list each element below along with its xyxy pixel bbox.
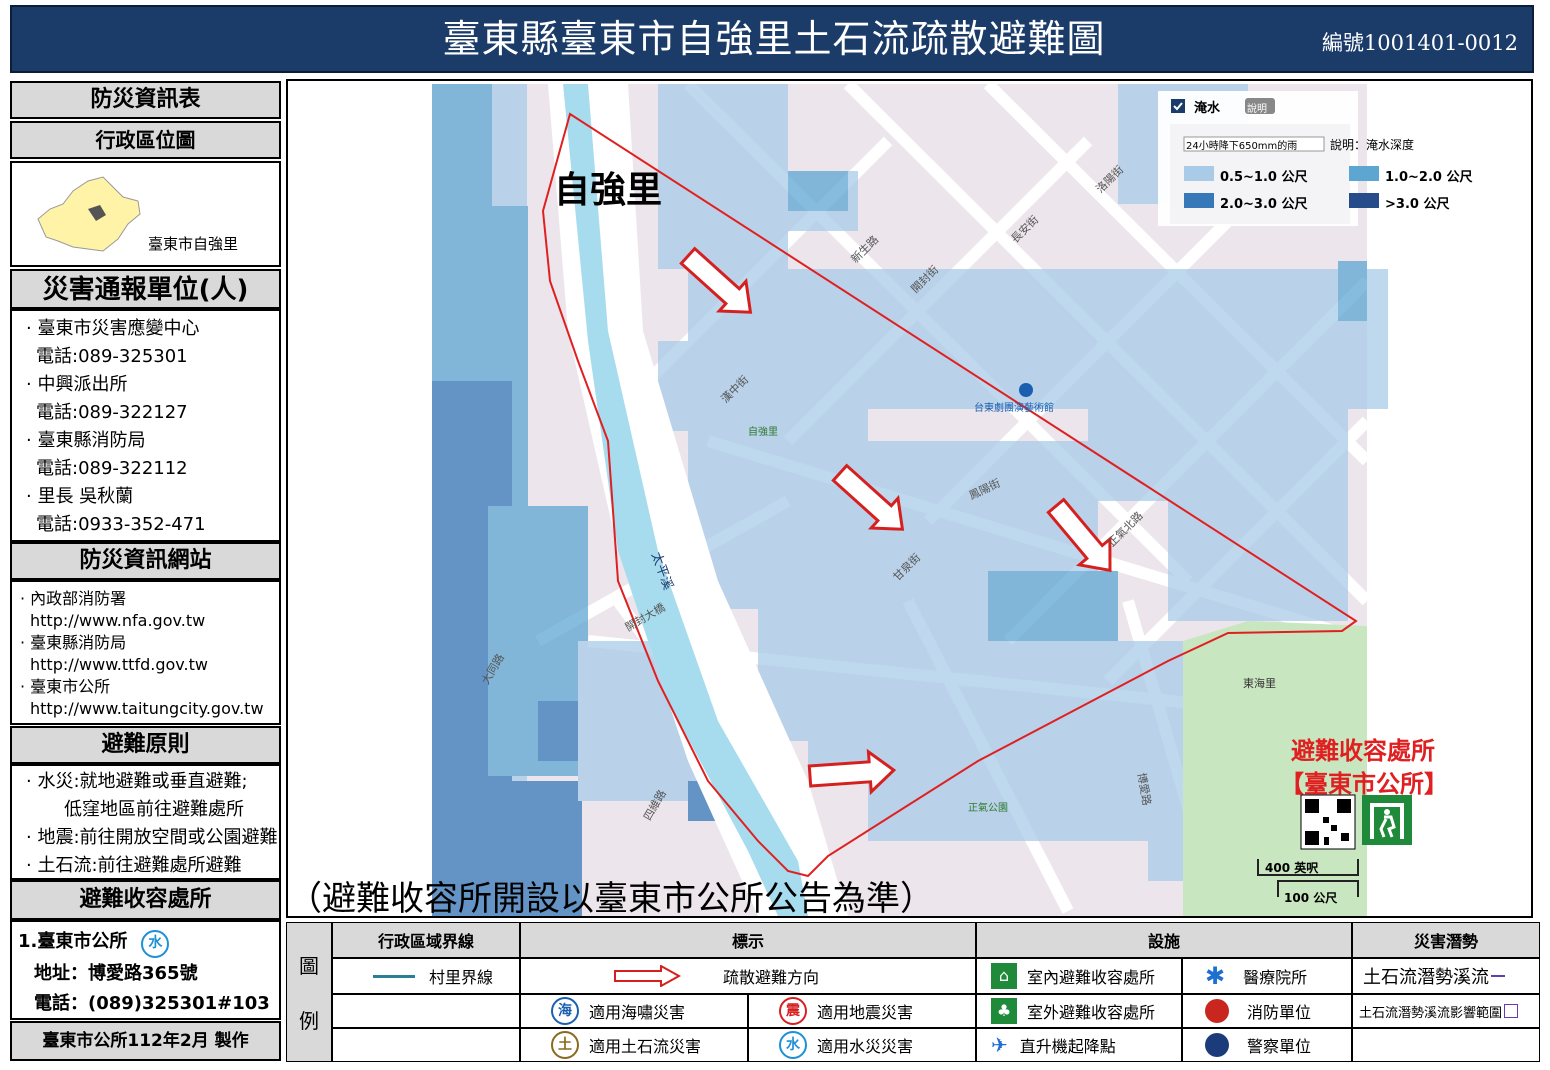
principle-item: 低窪地區前往避難處所 <box>64 799 244 820</box>
flood-layer-name: 淹水 <box>1194 101 1221 116</box>
map-serial-number: 編號1001401-0012 <box>1321 31 1518 55</box>
scale-feet: 400 英呎 <box>1265 861 1319 875</box>
report-unit-phone: 電話:089-325301 <box>36 346 188 367</box>
website-name: · 臺東縣消防局 <box>20 633 127 652</box>
legend-col-admin: 行政區域界線 <box>332 922 520 958</box>
park-label: 東海里 <box>1243 677 1276 690</box>
legend-flood: 水適用水災災害 <box>748 1028 976 1062</box>
legend-tsunami: 海適用海嘯災害 <box>520 994 748 1028</box>
made-by: 臺東市公所112年2月 製作 <box>10 1021 281 1061</box>
evacuation-map[interactable]: 自強里 太平溪 東海里 （避難收容所開設以臺東市公所公告為準） 避難收容處所 【… <box>286 79 1533 918</box>
report-unit-name: · 中興派出所 <box>26 374 128 395</box>
website-name: · 內政部消防署 <box>20 589 127 608</box>
fire-unit-icon <box>1205 999 1229 1023</box>
legend-medical: ✱ 醫療院所 <box>1182 958 1352 994</box>
scenario-select[interactable]: 24小時降下650mm的雨 <box>1186 137 1297 152</box>
report-unit-name: · 里長 吳秋蘭 <box>26 486 134 507</box>
report-units-title: 災害通報單位(人) <box>10 269 281 309</box>
admin-location-title: 行政區位圖 <box>10 121 281 159</box>
legend-empty-cell <box>1352 1028 1540 1062</box>
shelter-address: 地址：博愛路365號 <box>34 963 198 984</box>
shelter-map-label: 避難收容處所 <box>1291 737 1435 765</box>
principles-list: · 水災:就地避難或垂直避難; 低窪地區前往避難處所 · 地震:前往開放空間或公… <box>10 764 281 880</box>
admin-location-map: 臺東市自強里 <box>10 161 281 267</box>
website-link[interactable]: http://www.nfa.gov.tw <box>20 610 279 632</box>
report-unit-name: · 臺東市災害應變中心 <box>26 318 200 339</box>
street-label: 台東劇團演藝術館 <box>974 403 1054 414</box>
legend-outdoor-shelter: ♣ 室外避難收容處所 <box>976 994 1182 1028</box>
theater-icon <box>1019 383 1033 397</box>
principle-item: · 土石流:前往避難處所避難 <box>26 855 242 876</box>
principle-item: · 地震:前往開放空間或公園避難 <box>26 827 278 848</box>
street-label: 自強里 <box>748 427 778 438</box>
flood-class-label: 1.0~2.0 公尺 <box>1385 170 1473 185</box>
shelter-map-name: 【臺東市公所】 <box>1280 770 1448 798</box>
website-link[interactable]: http://www.taitungcity.gov.tw <box>20 698 279 720</box>
legend-col-facility: 設施 <box>976 922 1352 958</box>
legend-empty-cell <box>332 1028 520 1062</box>
indoor-shelter-icon: ⌂ <box>991 963 1017 989</box>
village-label: 自強里 <box>554 170 663 211</box>
report-unit-name: · 臺東縣消防局 <box>26 430 146 451</box>
legend-side-label: 圖例 <box>286 922 332 1062</box>
police-unit-icon <box>1205 1033 1229 1057</box>
websites-list: · 內政部消防署 http://www.nfa.gov.tw · 臺東縣消防局 … <box>10 580 281 725</box>
legend-col-potential: 災害潛勢 <box>1352 922 1540 958</box>
principles-title: 避難原則 <box>10 726 281 764</box>
title-bar: 臺東縣臺東市自強里土石流疏散避難圖 編號1001401-0012 <box>10 5 1534 73</box>
website-link[interactable]: http://www.ttfd.gov.tw <box>20 654 279 676</box>
report-unit-phone: 電話:089-322127 <box>36 402 188 423</box>
legend-evac-direction: 疏散避難方向 <box>520 958 976 994</box>
legend-col-mark: 標示 <box>520 922 976 958</box>
legend-earthquake: 震適用地震災害 <box>748 994 976 1028</box>
legend-debris-area: 土石流潛勢溪流影響範圍 <box>1352 994 1540 1028</box>
report-unit-phone: 電話:0933-352-471 <box>36 514 206 535</box>
explain-button[interactable]: 說明 <box>1247 100 1267 115</box>
flood-class-swatch <box>1349 166 1379 181</box>
flood-desc: 說明：淹水深度 <box>1330 138 1415 152</box>
flood-icon: 水 <box>141 930 170 958</box>
website-name: · 臺東市公所 <box>20 677 111 696</box>
report-unit-phone: 電話:089-322112 <box>36 458 188 479</box>
legend-indoor-shelter: ⌂ 室內避難收容處所 <box>976 958 1182 994</box>
legend-empty-cell <box>332 994 520 1028</box>
helicopter-icon: ✈ <box>991 1033 1008 1057</box>
flood-class-label: >3.0 公尺 <box>1385 197 1450 212</box>
shelter-notice: （避難收容所開設以臺東市公所公告為準） <box>288 879 934 918</box>
evac-arrow-icon <box>614 965 682 987</box>
flood-class-label: 2.0~3.0 公尺 <box>1220 197 1308 212</box>
legend-debris: 土適用土石流災害 <box>520 1028 748 1062</box>
district-shape-icon <box>37 176 141 252</box>
shelter-title: 避難收容處所 <box>10 880 281 920</box>
legend-fire-unit: 消防單位 <box>1182 994 1352 1028</box>
page-title: 臺東縣臺東市自強里土石流疏散避難圖 <box>442 17 1106 61</box>
legend-police-unit: 警察單位 <box>1182 1028 1352 1062</box>
tsunami-icon: 海 <box>551 997 579 1025</box>
flood-icon: 水 <box>779 1031 807 1059</box>
websites-title: 防災資訊網站 <box>10 542 281 580</box>
outdoor-shelter-icon: ♣ <box>991 998 1017 1024</box>
earthquake-icon: 震 <box>779 997 807 1025</box>
admin-location-caption: 臺東市自強里 <box>148 235 239 253</box>
debris-icon: 土 <box>551 1031 579 1059</box>
legend-table: 圖例 行政區域界線 標示 設施 災害潛勢 村里界線 疏散避難方向 ⌂ 室內避難收容… <box>286 922 1540 1062</box>
checkbox-icon[interactable] <box>1171 99 1185 113</box>
flood-class-swatch <box>1349 193 1379 208</box>
report-units-list: · 臺東市災害應變中心 電話:089-325301 · 中興派出所 電話:089… <box>10 309 281 542</box>
medical-icon: ✱ <box>1205 962 1226 990</box>
scale-meters: 100 公尺 <box>1284 891 1338 905</box>
legend-helipad: ✈ 直升機起降點 <box>976 1028 1182 1062</box>
shelter-phone: 電話：(089)325301#103 <box>34 993 270 1014</box>
street-label: 正氣公園 <box>968 803 1008 814</box>
legend-village-boundary: 村里界線 <box>332 958 520 994</box>
shelter-name: 1.臺東市公所水 <box>18 928 279 958</box>
flood-class-label: 0.5~1.0 公尺 <box>1220 170 1308 185</box>
legend-debris-stream: 土石流潛勢溪流 <box>1352 958 1540 994</box>
info-table-title: 防災資訊表 <box>10 81 281 119</box>
principle-item: · 水災:就地避難或垂直避難; <box>26 771 248 792</box>
shelter-info: 1.臺東市公所水 地址：博愛路365號 電話：(089)325301#103 <box>10 920 281 1020</box>
